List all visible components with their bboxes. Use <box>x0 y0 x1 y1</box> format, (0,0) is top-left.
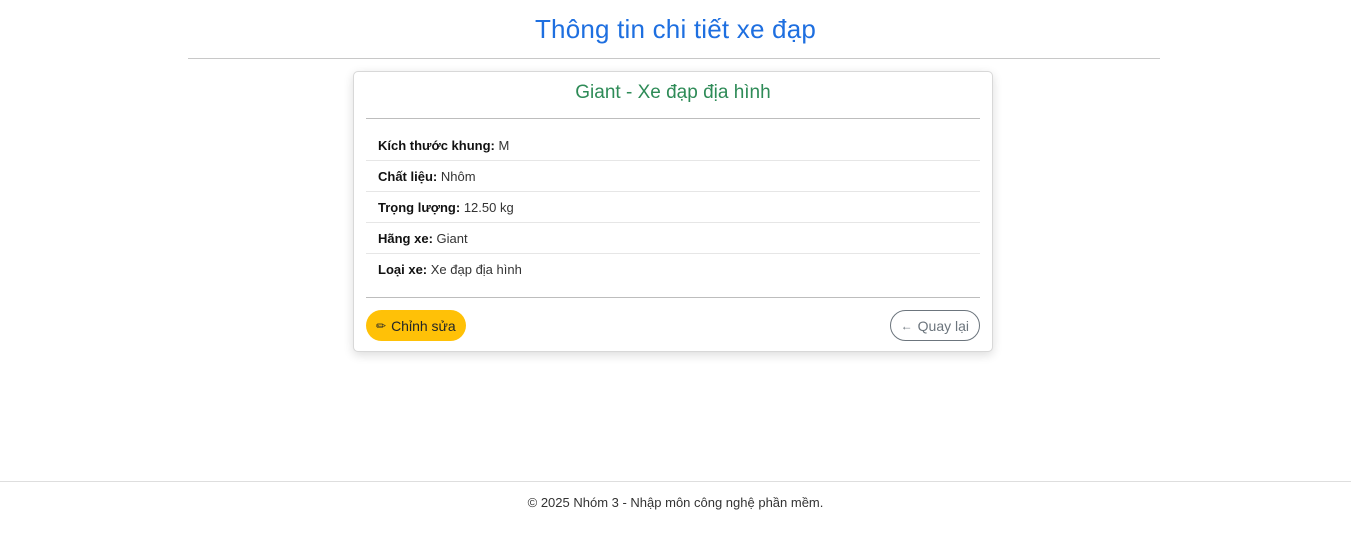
detail-label: Chất liệu: <box>378 169 438 184</box>
detail-frame-size: Kích thước khung: M <box>366 130 980 161</box>
edit-button-label: Chỉnh sửa <box>391 317 456 334</box>
detail-label: Kích thước khung: <box>378 138 495 153</box>
card-footer-divider <box>366 297 980 298</box>
detail-label: Trọng lượng: <box>378 200 461 215</box>
detail-value: M <box>498 138 510 153</box>
card-title: Giant - Xe đạp địa hình <box>575 82 771 103</box>
arrow-left-icon: ← <box>900 318 913 333</box>
footer-divider <box>0 481 1351 482</box>
detail-list: Kích thước khung: M Chất liệu: Nhôm Trọn… <box>366 130 980 285</box>
detail-value: Xe đạp địa hình <box>430 262 522 277</box>
detail-bike-type: Loại xe: Xe đạp địa hình <box>366 254 980 285</box>
card-header-divider <box>366 118 980 119</box>
detail-material: Chất liệu: Nhôm <box>366 161 980 192</box>
detail-brand: Hãng xe: Giant <box>366 223 980 254</box>
title-divider <box>188 58 1160 59</box>
detail-label: Loại xe: <box>378 262 428 277</box>
detail-value: Giant <box>436 231 468 246</box>
back-button[interactable]: ← Quay lại <box>889 310 980 341</box>
page-title: Thông tin chi tiết xe đạp <box>534 14 817 44</box>
detail-weight: Trọng lượng: 12.50 kg <box>366 192 980 223</box>
detail-value: Nhôm <box>440 169 476 184</box>
back-button-label: Quay lại <box>917 317 969 334</box>
detail-label: Hãng xe: <box>378 231 433 246</box>
edit-button[interactable]: ✏ Chỉnh sửa <box>366 310 466 341</box>
detail-value: 12.50 kg <box>463 200 514 215</box>
footer-copyright: © 2025 Nhóm 3 - Nhập môn công nghệ phần … <box>527 495 824 510</box>
bike-detail-card: Giant - Xe đạp địa hình Kích thước khung… <box>353 71 993 352</box>
pencil-icon: ✏ <box>376 318 387 333</box>
